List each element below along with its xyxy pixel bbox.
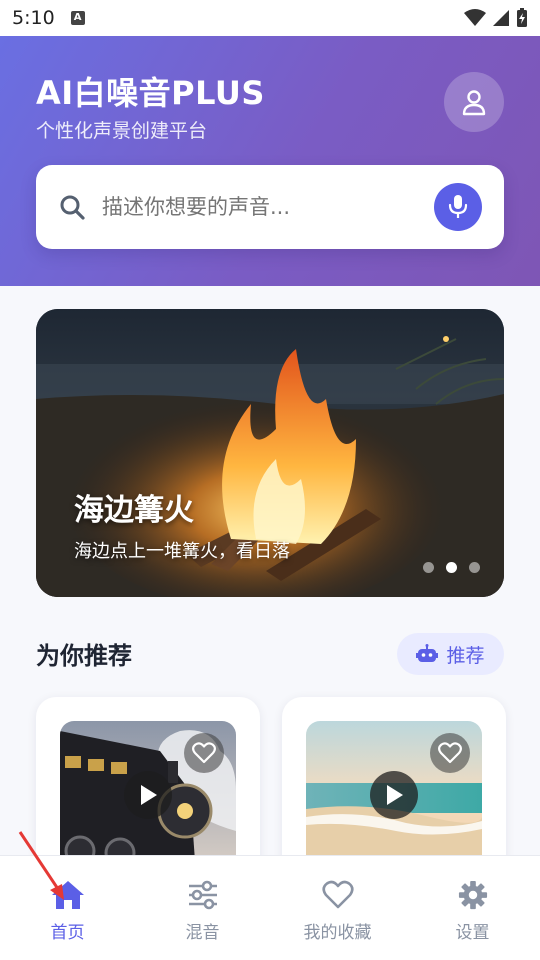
nav-item-favorites[interactable]: 我的收藏 xyxy=(270,856,405,960)
recommend-button[interactable]: 推荐 xyxy=(397,633,504,675)
play-icon xyxy=(141,785,157,805)
section-title: 为你推荐 xyxy=(36,642,132,670)
bottom-navigation: 首页 混音 我的收藏 设置 xyxy=(0,855,540,960)
nav-label-mix: 混音 xyxy=(185,923,220,943)
nav-item-mix[interactable]: 混音 xyxy=(135,856,270,960)
battery-icon xyxy=(517,8,527,27)
nav-label-favorites: 我的收藏 xyxy=(303,923,372,943)
nav-label-home: 首页 xyxy=(50,923,85,943)
search-bar[interactable] xyxy=(36,165,504,249)
status-time: 5:10 xyxy=(12,7,55,29)
profile-button[interactable] xyxy=(444,72,504,132)
carousel-indicator[interactable] xyxy=(423,562,480,573)
microphone-icon xyxy=(448,195,468,218)
recommend-label: 推荐 xyxy=(446,644,485,667)
card-thumbnail xyxy=(306,721,482,871)
banner-title: 海边篝火 xyxy=(74,493,194,528)
status-bar: 5:10 A xyxy=(0,0,540,36)
play-icon xyxy=(387,785,403,805)
card-thumbnail xyxy=(60,721,236,871)
heart-icon xyxy=(192,742,216,764)
wifi-icon xyxy=(464,9,486,26)
featured-banner[interactable]: 海边篝火 海边点上一堆篝火，看日落 xyxy=(36,309,504,597)
gear-icon xyxy=(458,880,487,910)
heart-icon xyxy=(321,880,354,909)
banner-description: 海边点上一堆篝火，看日落 xyxy=(74,541,290,562)
header: AI白噪音PLUS 个性化声景创建平台 xyxy=(0,36,540,286)
carousel-dot[interactable] xyxy=(423,562,434,573)
carousel-dot[interactable] xyxy=(469,562,480,573)
favorite-button[interactable] xyxy=(184,733,224,773)
sliders-icon xyxy=(188,880,217,910)
play-button[interactable] xyxy=(124,771,172,819)
voice-input-button[interactable] xyxy=(434,183,482,231)
nav-label-settings: 设置 xyxy=(455,923,490,943)
status-icons xyxy=(464,8,528,28)
app-subtitle: 个性化声景创建平台 xyxy=(36,120,208,142)
app-title: AI白噪音PLUS xyxy=(36,74,265,112)
annotation-arrow xyxy=(18,831,64,900)
play-button[interactable] xyxy=(370,771,418,819)
notification-icon: A xyxy=(70,11,85,25)
favorite-button[interactable] xyxy=(430,733,470,773)
user-icon xyxy=(462,90,486,116)
search-input[interactable] xyxy=(102,195,402,219)
heart-icon xyxy=(438,742,462,764)
nav-item-settings[interactable]: 设置 xyxy=(405,856,540,960)
search-icon xyxy=(60,195,85,220)
signal-icon xyxy=(493,10,509,26)
carousel-dot-active[interactable] xyxy=(446,562,457,573)
robot-icon xyxy=(416,644,439,662)
